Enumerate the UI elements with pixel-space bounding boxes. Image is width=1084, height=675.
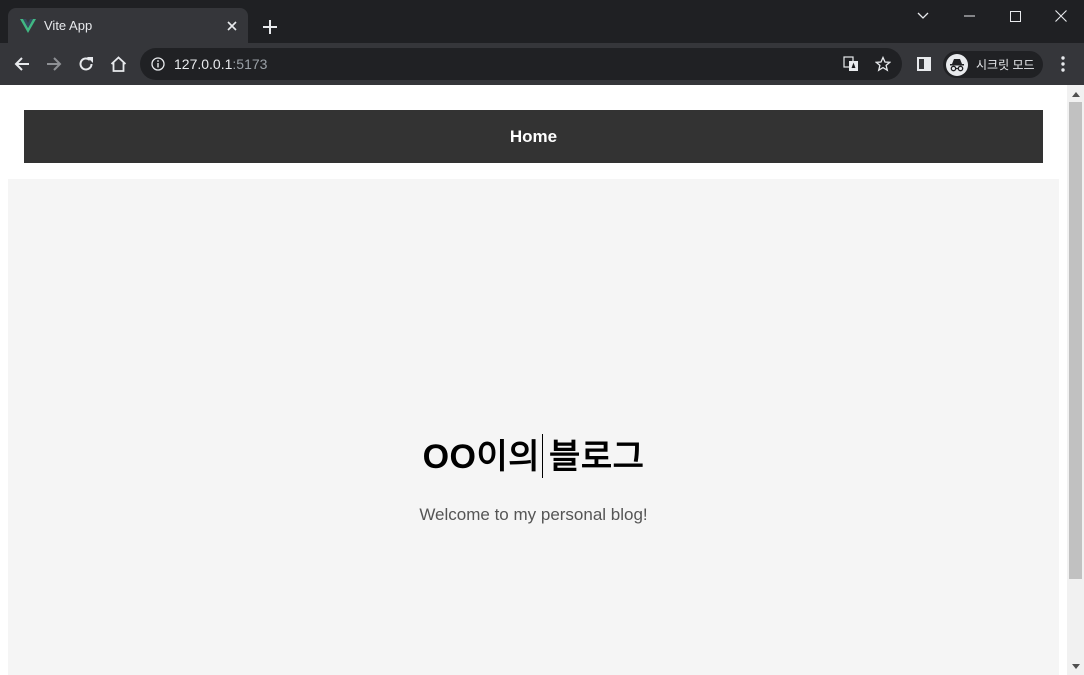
side-panel-icon[interactable] [912,50,936,78]
page-viewport: Home OO이의 블로그 Welcome to my personal blog… [0,85,1067,675]
reload-icon[interactable] [72,50,100,78]
scrollbar-thumb[interactable] [1069,102,1082,579]
text-cursor [542,434,544,479]
tab-title: Vite App [44,18,93,33]
page-subtitle: Welcome to my personal blog! [419,505,648,524]
browser-tab[interactable]: Vite App [8,8,248,43]
url-text: 127.0.0.1:5173 [174,56,267,72]
address-bar[interactable]: 127.0.0.1:5173 [140,48,902,80]
page-title: OO이의 블로그 [8,429,1059,481]
vue-logo-icon [20,18,36,34]
scroll-up-arrow-icon[interactable] [1067,87,1084,101]
incognito-icon [946,53,968,76]
minimize-button[interactable] [946,0,992,32]
vertical-scrollbar[interactable] [1067,85,1084,675]
scroll-down-arrow-icon[interactable] [1067,659,1084,673]
profile-label: 시크릿 모드 [976,58,1035,72]
tab-search-chevron-icon[interactable] [900,0,946,32]
translate-icon[interactable] [841,54,861,74]
window-close-button[interactable] [1038,0,1084,32]
incognito-profile-button[interactable]: 시크릿 모드 [943,51,1043,78]
kebab-menu-icon[interactable] [1050,50,1076,78]
hero-section: OO이의 블로그 Welcome to my personal blog! [8,179,1059,675]
site-navbar: Home [24,110,1043,163]
close-icon[interactable] [222,16,242,36]
home-icon[interactable] [104,50,132,78]
url-port: :5173 [232,56,268,72]
maximize-button[interactable] [992,0,1038,32]
title-part-2: 블로그 [549,438,645,476]
url-host: 127.0.0.1 [174,56,233,72]
site-info-icon[interactable] [148,54,168,74]
title-part-1: OO이의 [422,438,541,476]
browser-titlebar: Vite App [0,0,1084,43]
bookmark-star-icon[interactable] [873,54,893,74]
forward-arrow-icon[interactable] [40,50,68,78]
back-arrow-icon[interactable] [8,50,36,78]
new-tab-button[interactable] [258,15,282,39]
nav-home-link[interactable]: Home [510,127,557,147]
